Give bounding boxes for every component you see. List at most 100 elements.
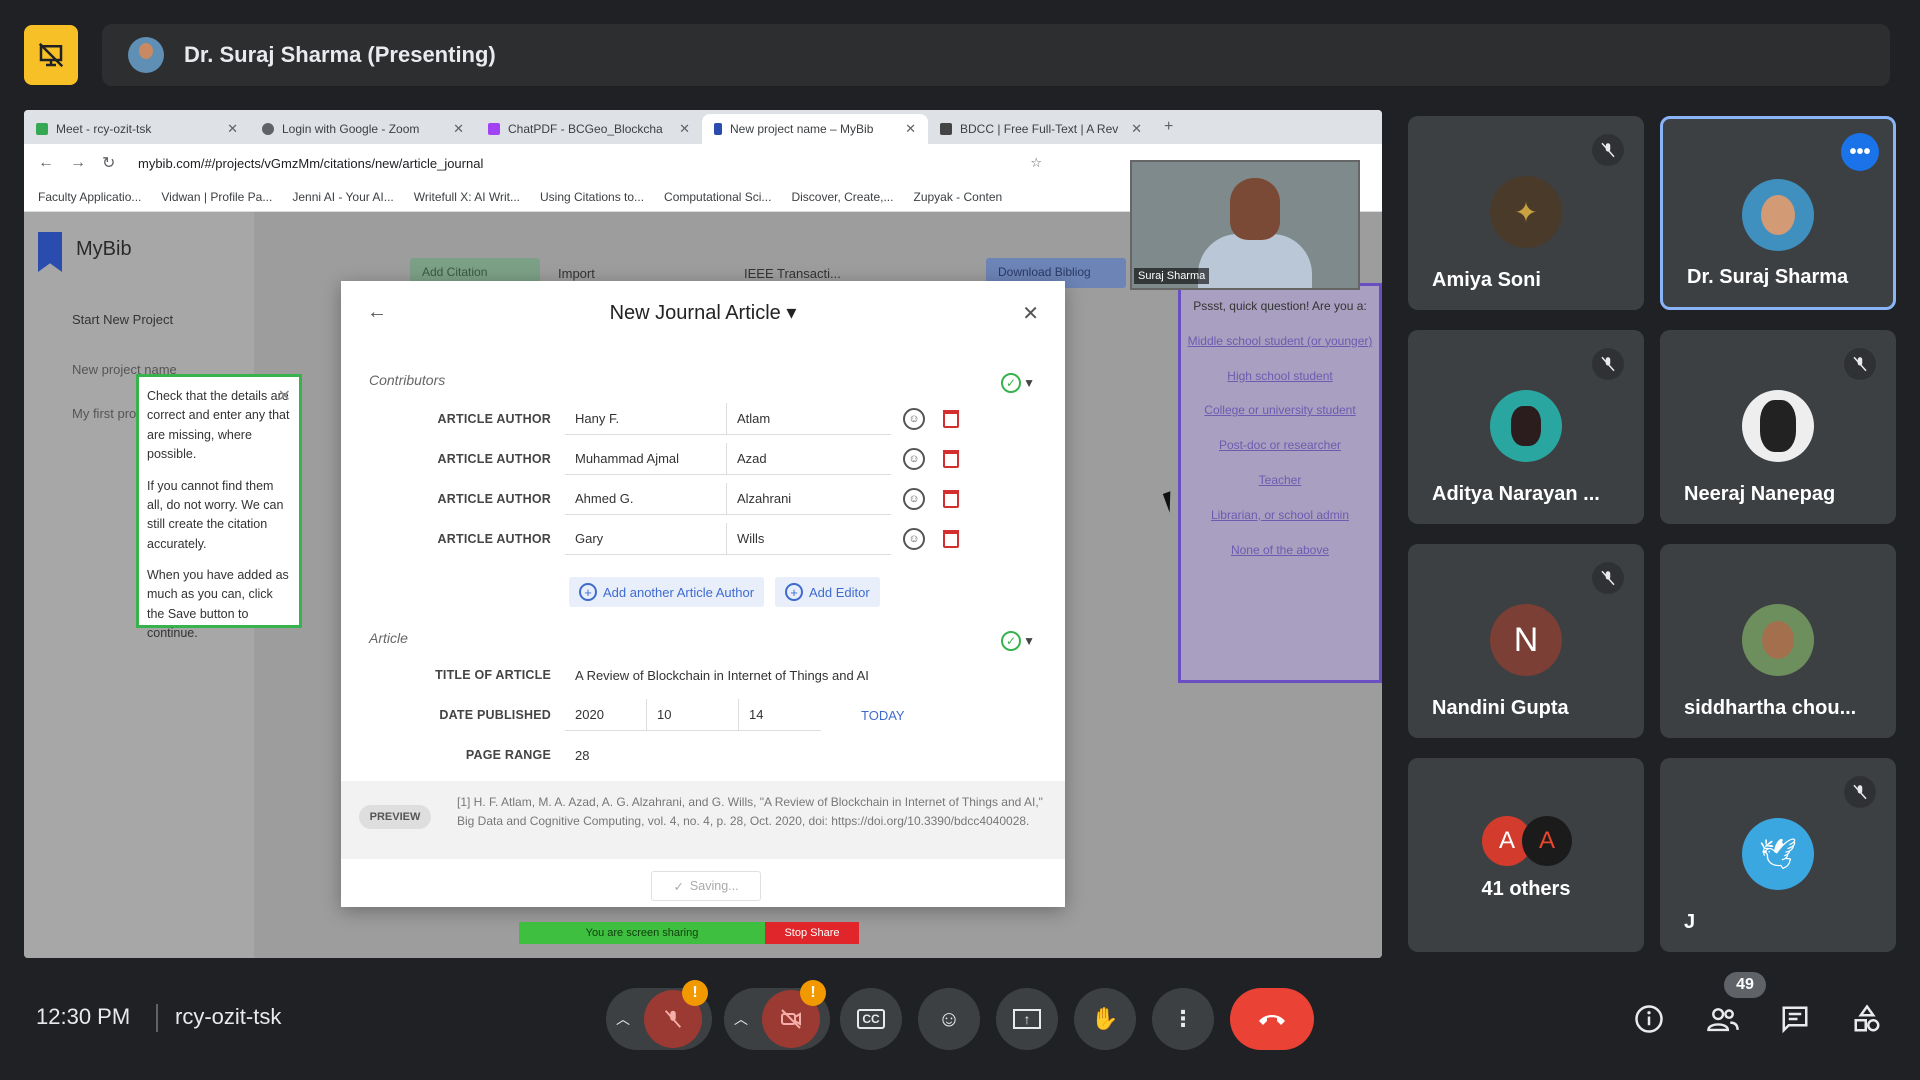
raise-hand-button[interactable]: ✋ bbox=[1074, 988, 1136, 1050]
author-last-name-field[interactable]: Wills bbox=[727, 523, 891, 555]
author-first-name-field[interactable]: Gary bbox=[565, 523, 727, 555]
delete-icon[interactable] bbox=[943, 450, 959, 468]
add-editor-button[interactable]: + Add Editor bbox=[775, 577, 880, 607]
bookmark-item[interactable]: Vidwan | Profile Pa... bbox=[161, 190, 272, 204]
article-title-field[interactable]: A Review of Blockchain in Internet of Th… bbox=[575, 668, 869, 683]
close-tab-icon[interactable]: ✕ bbox=[453, 121, 464, 137]
delete-icon[interactable] bbox=[943, 490, 959, 508]
import-button[interactable]: Import bbox=[558, 266, 595, 281]
delete-icon[interactable] bbox=[943, 530, 959, 548]
bookmark-item[interactable]: Writefull X: AI Writ... bbox=[414, 190, 520, 204]
new-tab-icon[interactable]: + bbox=[1154, 118, 1183, 144]
video-options-chevron-icon[interactable]: ︿ bbox=[734, 1009, 748, 1029]
new-journal-article-dialog: ← New Journal Article ▾ ✕ Contributors ✓… bbox=[341, 281, 1065, 907]
presentation-off-icon[interactable] bbox=[24, 25, 78, 85]
present-screen-button[interactable]: ↑ bbox=[996, 988, 1058, 1050]
bookmark-item[interactable]: Discover, Create,... bbox=[791, 190, 893, 204]
bookmark-item[interactable]: Computational Sci... bbox=[664, 190, 771, 204]
captions-button[interactable]: CC bbox=[840, 988, 902, 1050]
date-day-field[interactable]: 14 bbox=[739, 699, 821, 731]
bookmark-star-icon[interactable]: ☆ bbox=[1030, 155, 1042, 171]
browser-tab-zoom[interactable]: Login with Google - Zoom ✕ bbox=[250, 114, 476, 144]
survey-option[interactable]: Librarian, or school admin bbox=[1181, 507, 1379, 524]
survey-option[interactable]: College or university student bbox=[1181, 402, 1379, 419]
survey-option[interactable]: High school student bbox=[1181, 368, 1379, 385]
browser-tab-chatpdf[interactable]: ChatPDF - BCGeo_Blockcha ✕ bbox=[476, 114, 702, 144]
camera-control-group: ︿ ! bbox=[724, 980, 830, 1050]
back-arrow-icon[interactable]: ← bbox=[367, 301, 387, 324]
bdcc-favicon-icon bbox=[940, 123, 952, 135]
more-options-icon[interactable]: ••• bbox=[1841, 133, 1879, 171]
chat-icon[interactable] bbox=[1774, 998, 1816, 1040]
mic-toggle-button[interactable]: ! bbox=[644, 980, 708, 1048]
browser-tab-bdcc[interactable]: BDCC | Free Full-Text | A Rev ✕ bbox=[928, 114, 1154, 144]
close-icon[interactable]: ✕ bbox=[1022, 301, 1039, 326]
reload-icon[interactable]: ↻ bbox=[102, 153, 120, 173]
forward-icon[interactable]: → bbox=[70, 154, 88, 172]
close-icon[interactable]: ✕ bbox=[278, 385, 291, 410]
meeting-details-icon[interactable] bbox=[1628, 998, 1670, 1040]
url-field[interactable]: mybib.com/#/projects/vGmzMm/citations/ne… bbox=[138, 156, 483, 171]
reactions-button[interactable]: ☺ bbox=[918, 988, 980, 1050]
participant-tile[interactable]: Neeraj Nanepag bbox=[1660, 330, 1896, 524]
survey-option[interactable]: None of the above bbox=[1181, 542, 1379, 559]
author-last-name-field[interactable]: Azad bbox=[727, 443, 891, 475]
organization-toggle-icon[interactable]: ☺ bbox=[903, 408, 925, 430]
check-circle-icon: ✓ bbox=[1001, 373, 1021, 393]
start-new-project[interactable]: Start New Project bbox=[72, 312, 173, 327]
back-icon[interactable]: ← bbox=[38, 154, 56, 172]
add-author-button[interactable]: + Add another Article Author bbox=[569, 577, 765, 607]
participant-tile[interactable]: siddhartha chou... bbox=[1660, 544, 1896, 738]
stop-share-button[interactable]: Stop Share bbox=[765, 922, 859, 944]
date-year-field[interactable]: 2020 bbox=[565, 699, 647, 731]
survey-option[interactable]: Middle school student (or younger) bbox=[1181, 333, 1379, 350]
source-type-dropdown[interactable]: New Journal Article ▾ bbox=[610, 300, 797, 325]
close-tab-icon[interactable]: ✕ bbox=[1131, 121, 1142, 137]
author-label: ARTICLE AUTHOR bbox=[437, 532, 551, 546]
participant-tile[interactable]: ✦ Amiya Soni bbox=[1408, 116, 1644, 310]
today-link[interactable]: TODAY bbox=[861, 708, 905, 723]
close-tab-icon[interactable]: ✕ bbox=[227, 121, 238, 137]
bookmark-item[interactable]: Using Citations to... bbox=[540, 190, 644, 204]
author-last-name-field[interactable]: Alzahrani bbox=[727, 483, 891, 515]
close-tab-icon[interactable]: ✕ bbox=[905, 121, 916, 137]
audio-options-chevron-icon[interactable]: ︿ bbox=[616, 1009, 630, 1029]
bookmark-item[interactable]: Faculty Applicatio... bbox=[38, 190, 141, 204]
citation-style-select[interactable]: IEEE Transacti... bbox=[744, 266, 841, 281]
globe-icon bbox=[262, 123, 274, 135]
save-button[interactable]: ✓ Saving... bbox=[651, 871, 761, 901]
others-tile[interactable]: A A 41 others bbox=[1408, 758, 1644, 952]
leave-call-button[interactable] bbox=[1230, 988, 1314, 1050]
survey-option[interactable]: Teacher bbox=[1181, 472, 1379, 489]
author-last-name-field[interactable]: Atlam bbox=[727, 403, 891, 435]
camera-toggle-button[interactable]: ! bbox=[762, 980, 826, 1048]
survey-option[interactable]: Post-doc or researcher bbox=[1181, 437, 1379, 454]
organization-toggle-icon[interactable]: ☺ bbox=[903, 488, 925, 510]
author-label: ARTICLE AUTHOR bbox=[437, 452, 551, 466]
participant-tile[interactable]: 🕊 J bbox=[1660, 758, 1896, 952]
participant-tile[interactable]: Aditya Narayan ... bbox=[1408, 330, 1644, 524]
author-first-name-field[interactable]: Muhammad Ajmal bbox=[565, 443, 727, 475]
delete-icon[interactable] bbox=[943, 410, 959, 428]
participant-name: Neeraj Nanepag bbox=[1684, 483, 1836, 505]
activities-icon[interactable] bbox=[1846, 998, 1888, 1040]
participant-tile-active[interactable]: ••• Dr. Suraj Sharma bbox=[1660, 116, 1896, 310]
author-first-name-field[interactable]: Hany F. bbox=[565, 403, 727, 435]
chevron-down-icon[interactable]: ▼ bbox=[1023, 634, 1035, 648]
browser-tab-meet[interactable]: Meet - rcy-ozit-tsk ✕ bbox=[24, 114, 250, 144]
chevron-down-icon[interactable]: ▼ bbox=[1023, 376, 1035, 390]
organization-toggle-icon[interactable]: ☺ bbox=[903, 448, 925, 470]
date-month-field[interactable]: 10 bbox=[647, 699, 739, 731]
close-tab-icon[interactable]: ✕ bbox=[679, 121, 690, 137]
bookmark-item[interactable]: Jenni AI - Your AI... bbox=[292, 190, 393, 204]
more-options-button[interactable]: ⋮ bbox=[1152, 988, 1214, 1050]
page-range-field[interactable]: 28 bbox=[575, 748, 589, 763]
tab-title: Meet - rcy-ozit-tsk bbox=[56, 122, 152, 136]
participant-tile[interactable]: N Nandini Gupta bbox=[1408, 544, 1644, 738]
browser-tab-mybib[interactable]: New project name – MyBib ✕ bbox=[702, 114, 928, 144]
author-first-name-field[interactable]: Ahmed G. bbox=[565, 483, 727, 515]
bookmark-item[interactable]: Zupyak - Conten bbox=[913, 190, 1002, 204]
organization-toggle-icon[interactable]: ☺ bbox=[903, 528, 925, 550]
participant-name: Aditya Narayan ... bbox=[1432, 483, 1600, 505]
people-icon[interactable] bbox=[1702, 998, 1744, 1040]
